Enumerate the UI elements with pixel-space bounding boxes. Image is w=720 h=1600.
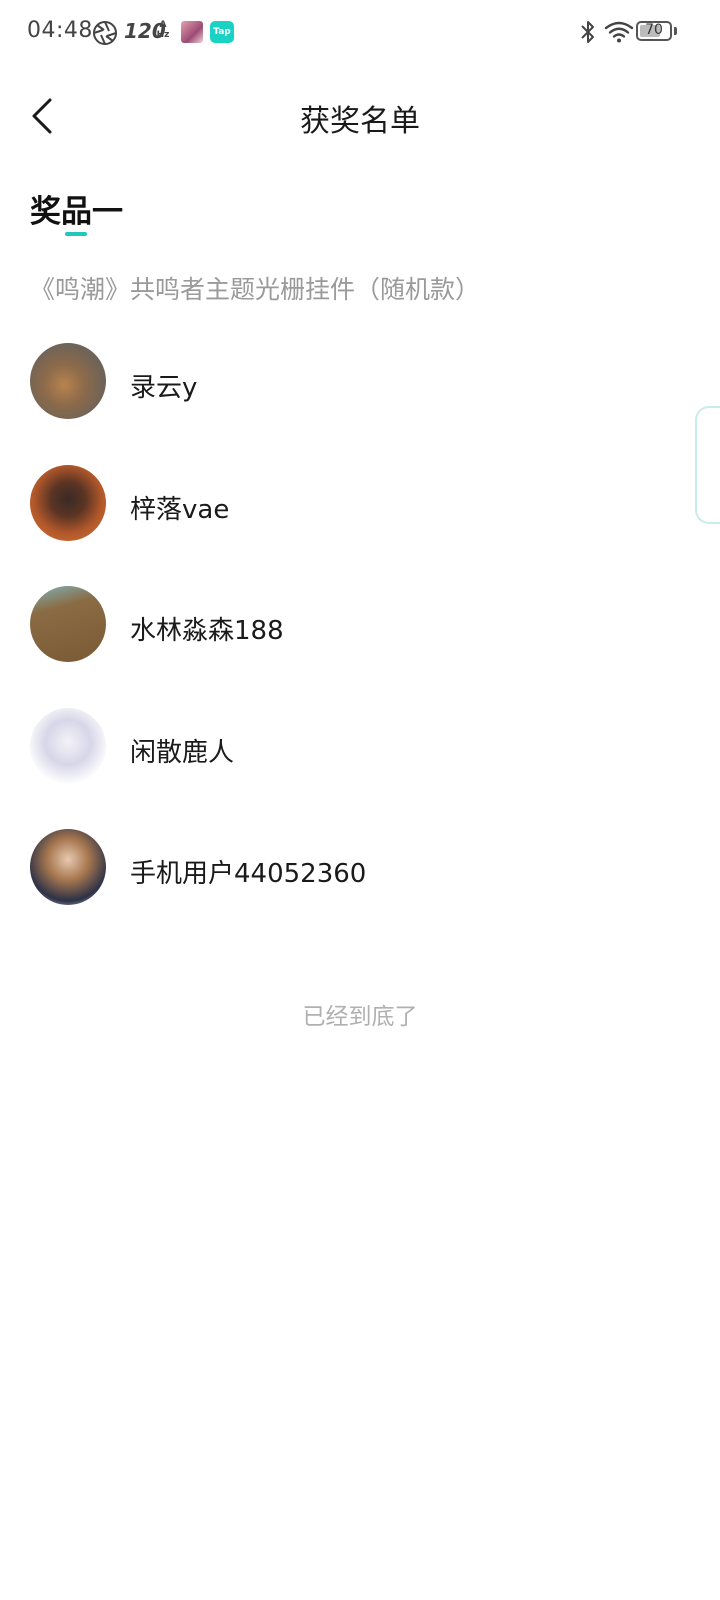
winner-name[interactable]: 录云y (130, 367, 197, 404)
winner-name[interactable]: 闲散鹿人 (130, 732, 234, 769)
avatar[interactable] (30, 464, 106, 541)
status-bar: 04:48 120 A Hz Tap 70 (0, 0, 720, 66)
refresh-rate-unit-bottom: Hz (156, 30, 170, 40)
taptap-icon: Tap (210, 21, 234, 43)
bluetooth-icon (581, 21, 594, 43)
winner-list: 录云y 梓落vae 水林淼森188 闲散鹿人 手机用户44052360 (0, 324, 720, 932)
refresh-rate-unit-top: A (159, 20, 167, 30)
page-header: 获奖名单 (0, 66, 720, 166)
avatar[interactable] (30, 586, 106, 662)
winner-name[interactable]: 水林淼森188 (130, 610, 284, 647)
battery-icon: 70 (636, 21, 672, 41)
winner-row[interactable]: 闲散鹿人 (0, 689, 720, 811)
winner-row[interactable]: 手机用户44052360 (0, 810, 720, 932)
prize-description: 《鸣潮》共鸣者主题光栅挂件（随机款） (30, 275, 481, 304)
battery-level-text: 70 (645, 22, 663, 38)
app-notification-avatar-icon (181, 21, 203, 43)
wifi-icon (604, 21, 634, 43)
winner-row[interactable]: 水林淼森188 (0, 567, 720, 689)
winner-row[interactable]: 录云y (0, 324, 720, 446)
page-title: 获奖名单 (300, 104, 420, 139)
list-end-text: 已经到底了 (302, 1004, 418, 1030)
refresh-rate-unit: A Hz (156, 20, 170, 40)
avatar[interactable] (30, 343, 106, 419)
aperture-icon (93, 21, 117, 45)
side-float-handle[interactable] (695, 406, 720, 524)
avatar[interactable] (30, 829, 106, 905)
avatar[interactable] (30, 707, 106, 784)
prize-heading: 奖品一 (30, 194, 123, 230)
winner-name[interactable]: 梓落vae (130, 489, 229, 526)
prize-heading-underline (65, 232, 87, 236)
battery-tip (674, 27, 677, 35)
status-time: 04:48 (27, 18, 93, 43)
winner-row[interactable]: 梓落vae (0, 446, 720, 568)
winner-name[interactable]: 手机用户44052360 (130, 853, 366, 890)
